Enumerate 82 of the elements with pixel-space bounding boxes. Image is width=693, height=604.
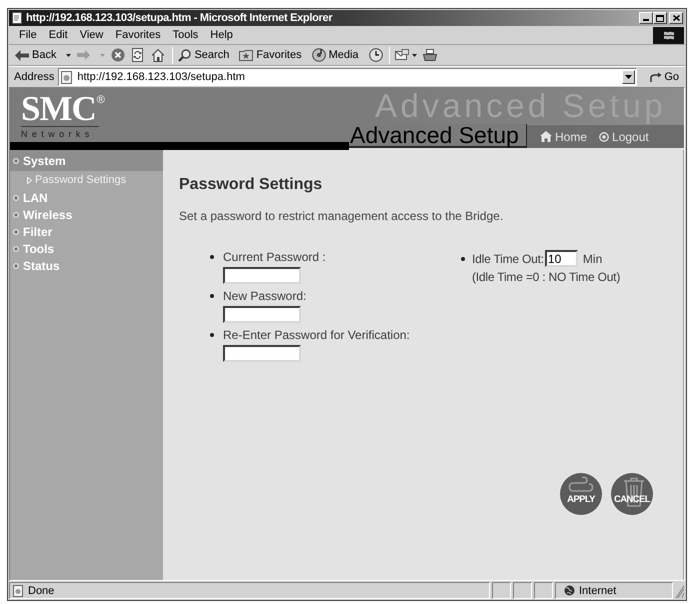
bullet-icon bbox=[210, 333, 214, 337]
disc-icon bbox=[312, 48, 326, 62]
page-icon bbox=[11, 12, 23, 24]
ring-icon bbox=[13, 246, 19, 252]
arrow-left-icon bbox=[15, 50, 29, 60]
bullet-icon bbox=[210, 294, 214, 298]
page-icon bbox=[61, 70, 74, 84]
description-text: Set a password to restrict management access to the Bridge. bbox=[179, 209, 504, 223]
ring-icon bbox=[13, 212, 19, 218]
zone-text: Internet bbox=[579, 584, 616, 598]
logo-text: SMC bbox=[21, 95, 96, 123]
password-field[interactable] bbox=[223, 306, 301, 323]
menu-item[interactable]: Help bbox=[204, 28, 239, 42]
home-link[interactable]: Home bbox=[540, 130, 588, 144]
media-button[interactable]: Media bbox=[310, 46, 361, 64]
field-label: Idle Time Out: bbox=[472, 252, 544, 266]
field-label: Re-Enter Password for Verification: bbox=[223, 328, 410, 342]
close-button[interactable] bbox=[669, 12, 683, 24]
field-label: Current Password : bbox=[223, 250, 326, 264]
caret-icon bbox=[66, 54, 72, 56]
address-label: Address bbox=[14, 70, 54, 84]
stop-button[interactable] bbox=[109, 46, 128, 64]
clock-icon bbox=[368, 48, 383, 62]
window-title: http://192.168.123.103/setupa.htm - Microsoft Internet Explorer bbox=[26, 11, 332, 25]
ring-icon bbox=[599, 132, 610, 142]
idle-timeout-field[interactable]: 10 bbox=[544, 250, 578, 267]
ring-icon bbox=[13, 158, 19, 164]
flag-icon bbox=[653, 26, 684, 44]
menu-item[interactable]: View bbox=[74, 28, 110, 42]
field-label: New Password: bbox=[223, 289, 306, 303]
printer-icon bbox=[422, 49, 437, 61]
search-icon bbox=[178, 48, 192, 62]
envelope-icon bbox=[394, 49, 409, 61]
star-folder-icon bbox=[239, 49, 254, 61]
menu-item[interactable]: File bbox=[13, 28, 43, 42]
ring-icon bbox=[13, 262, 19, 268]
unit-label: Min bbox=[582, 252, 602, 266]
apply-button[interactable]: APPLY bbox=[560, 473, 602, 515]
menu-item[interactable]: Edit bbox=[42, 28, 74, 42]
status-text: Done bbox=[28, 584, 54, 598]
triangle-icon bbox=[27, 176, 32, 184]
resize-grip-icon bbox=[675, 585, 685, 599]
banner-title: Advanced Setup bbox=[349, 124, 527, 148]
page-icon bbox=[13, 584, 24, 596]
cancel-button[interactable]: CANCEL bbox=[611, 473, 653, 515]
arrow-right-icon bbox=[77, 50, 90, 60]
minimize-button[interactable] bbox=[639, 12, 653, 24]
close-icon bbox=[672, 15, 680, 21]
house-icon bbox=[540, 131, 552, 142]
logout-link[interactable]: Logout bbox=[599, 130, 649, 144]
history-button[interactable] bbox=[366, 46, 385, 64]
dropdown-button[interactable] bbox=[622, 70, 636, 84]
ring-icon bbox=[13, 228, 19, 234]
home-icon bbox=[152, 48, 164, 62]
globe-icon bbox=[564, 585, 575, 596]
maximize-button[interactable] bbox=[653, 12, 667, 24]
refresh-button[interactable] bbox=[130, 46, 146, 64]
registered-mark: ® bbox=[96, 95, 105, 106]
maximize-icon bbox=[656, 14, 664, 22]
go-button[interactable]: Go bbox=[647, 68, 682, 86]
caret-icon bbox=[412, 54, 417, 56]
logo-tagline: Networks bbox=[21, 128, 94, 140]
stop-icon bbox=[111, 48, 126, 62]
back-button[interactable]: Back bbox=[13, 46, 74, 64]
ring-icon bbox=[13, 194, 19, 200]
paperclip-icon bbox=[568, 476, 594, 494]
minimize-icon bbox=[643, 19, 649, 21]
arrow-right-icon bbox=[650, 72, 662, 82]
menu-item[interactable]: Favorites bbox=[109, 28, 167, 42]
address-field[interactable]: http://192.168.123.103/setupa.htm bbox=[58, 68, 638, 86]
search-button[interactable]: Search bbox=[176, 46, 232, 64]
password-field[interactable] bbox=[223, 267, 301, 284]
caret-icon bbox=[625, 75, 632, 79]
password-field[interactable] bbox=[223, 345, 301, 362]
hint-text: (Idle Time =0 : NO Time Out) bbox=[472, 270, 620, 284]
menu-item[interactable]: Tools bbox=[166, 28, 204, 42]
page-heading: Password Settings bbox=[179, 175, 324, 195]
bullet-icon bbox=[461, 256, 465, 260]
caret-icon bbox=[100, 54, 106, 56]
favorites-button[interactable]: Favorites bbox=[237, 46, 304, 64]
bullet-icon bbox=[210, 255, 214, 259]
refresh-icon bbox=[132, 48, 144, 62]
